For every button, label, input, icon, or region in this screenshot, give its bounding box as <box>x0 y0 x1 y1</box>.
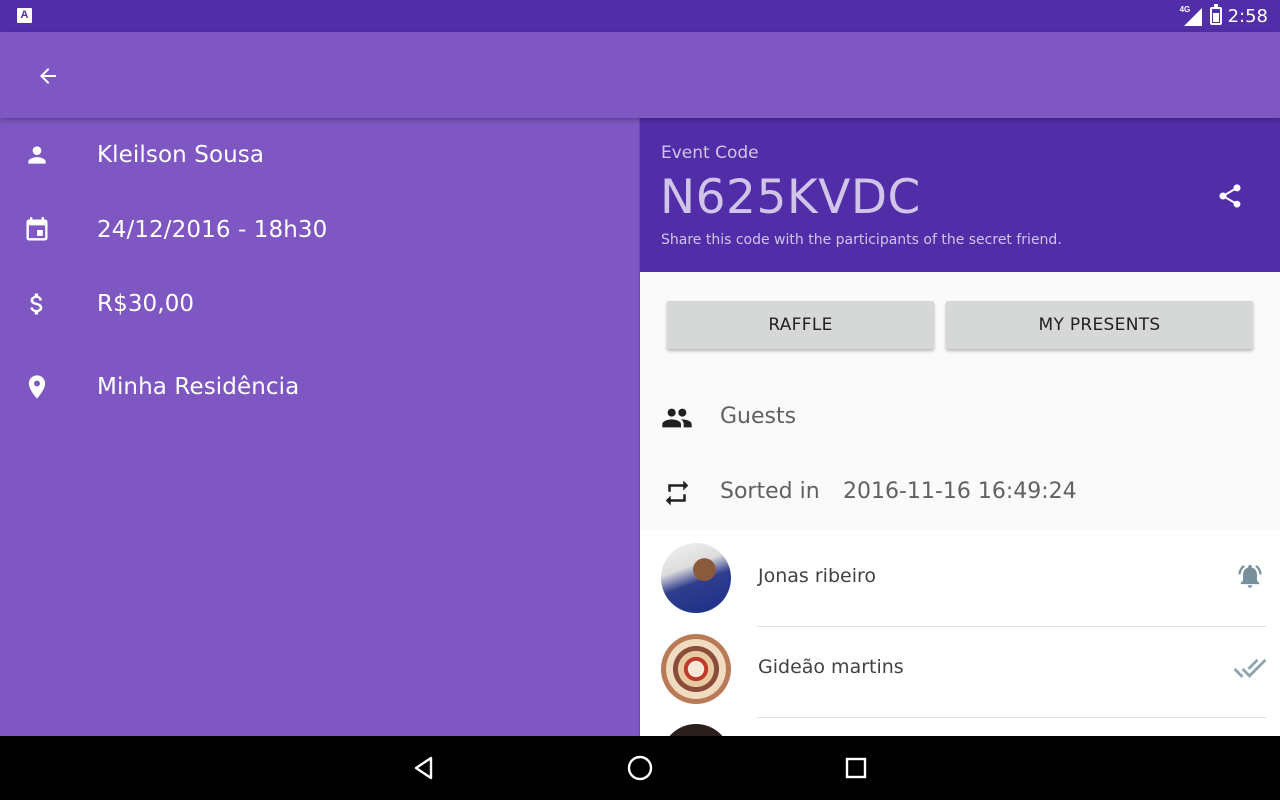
repeat-icon <box>660 478 694 508</box>
bell-ring-icon[interactable] <box>1232 558 1268 594</box>
network-type: 4G <box>1179 5 1191 14</box>
app-notification-icon: A <box>17 8 32 23</box>
back-triangle-icon <box>414 756 433 780</box>
event-code-label: Event Code <box>661 143 759 163</box>
guest-name: Jonas ribeiro <box>758 565 876 587</box>
person-icon <box>22 140 52 170</box>
share-button[interactable] <box>1210 176 1250 216</box>
event-location: Minha Residência <box>97 374 300 400</box>
event-code[interactable]: N625KVDC <box>660 170 921 225</box>
home-circle-icon <box>627 755 653 781</box>
calendar-icon <box>22 215 52 245</box>
navigation-bar <box>0 736 1280 800</box>
organizer-name: Kleilson Sousa <box>97 142 265 168</box>
date-row: 24/12/2016 - 18h30 <box>0 205 640 255</box>
status-bar-right: 4G 2:58 <box>1180 0 1268 32</box>
avatar <box>661 543 731 613</box>
guest-name: Gideão martins <box>758 656 904 678</box>
location-row: Minha Residência <box>0 362 640 412</box>
sorted-label: Sorted in <box>720 479 820 504</box>
event-code-hint: Share this code with the participants of… <box>661 232 1062 248</box>
share-icon <box>1219 184 1241 208</box>
arrow-back-icon <box>40 68 56 84</box>
list-item[interactable]: Jonas ribeiro <box>640 530 1280 627</box>
organizer-row: Kleilson Sousa <box>0 130 640 180</box>
price-row: R$30,00 <box>0 279 640 329</box>
clock: 2:58 <box>1227 5 1268 27</box>
event-details-panel: Kleilson Sousa 24/12/2016 - 18h30 R$30,0… <box>0 118 640 736</box>
signal-icon: 4G <box>1179 5 1204 26</box>
group-icon <box>660 403 694 433</box>
event-code-header: Event Code N625KVDC Share this code with… <box>640 118 1280 272</box>
app-bar <box>0 32 1280 118</box>
avatar <box>661 634 731 704</box>
location-pin-icon <box>22 372 52 402</box>
sorted-date: 2016-11-16 16:49:24 <box>843 479 1077 504</box>
battery-charging-icon <box>1209 4 1222 25</box>
guests-label: Guests <box>720 404 797 429</box>
guest-list: Jonas ribeiro Gideão martins <box>640 530 1280 736</box>
sorted-row: Sorted in 2016-11-16 16:49:24 <box>640 473 1280 513</box>
my-presents-button[interactable]: MY PRESENTS <box>946 301 1253 349</box>
list-item[interactable] <box>640 718 1280 736</box>
nav-back-button[interactable] <box>406 750 442 786</box>
double-check-icon <box>1232 650 1268 686</box>
event-date: 24/12/2016 - 18h30 <box>97 217 328 243</box>
nav-home-button[interactable] <box>622 750 658 786</box>
guests-row: Guests <box>640 398 1280 438</box>
event-price: R$30,00 <box>97 291 195 317</box>
status-bar: A 4G 2:58 <box>0 0 1280 32</box>
recents-square-icon <box>845 757 867 779</box>
nav-recents-button[interactable] <box>838 750 874 786</box>
event-panel: Event Code N625KVDC Share this code with… <box>640 118 1280 736</box>
avatar <box>661 724 731 736</box>
list-item[interactable]: Gideão martins <box>640 627 1280 718</box>
back-button[interactable] <box>28 56 68 96</box>
raffle-button[interactable]: RAFFLE <box>667 301 934 349</box>
dollar-icon <box>22 289 52 319</box>
